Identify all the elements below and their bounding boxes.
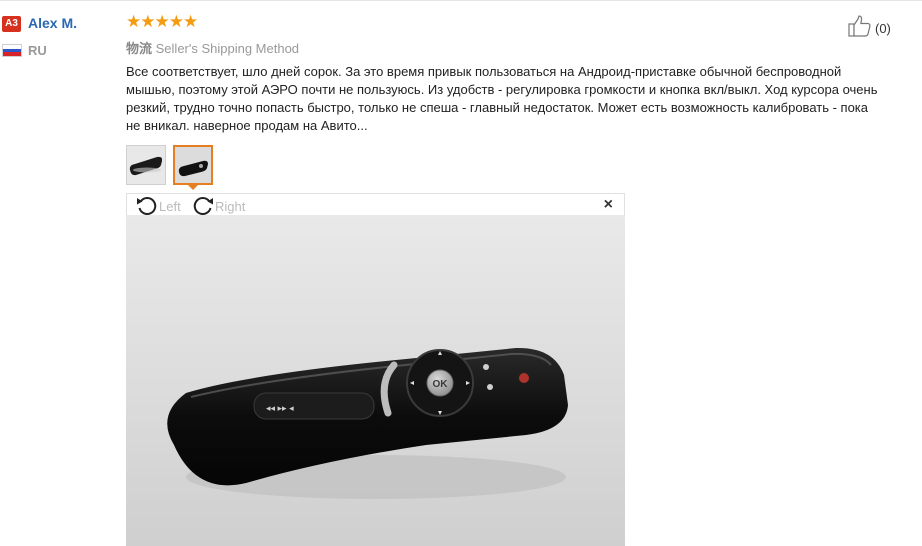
country-flag-icon	[2, 44, 22, 57]
rotate-left-label: Left	[159, 199, 181, 214]
review-photo-large: ◂◂ ▸▸ ◂ OK	[126, 215, 625, 546]
thumbnail-remote-image	[127, 146, 165, 184]
user-name[interactable]: Alex M.	[28, 15, 77, 31]
rotate-right-label: Right	[215, 199, 246, 214]
helpful-count: (0)	[875, 21, 891, 36]
shipping-cn-label: 物流	[126, 41, 153, 56]
review-text: Все соответствует, шло дней сорок. За эт…	[126, 64, 878, 133]
thumbs-up-icon	[848, 15, 872, 42]
svg-text:◂◂ ▸▸ ◂: ◂◂ ▸▸ ◂	[266, 403, 294, 413]
user-avatar-badge: A3	[2, 16, 21, 32]
close-viewer-button[interactable]: ×	[604, 196, 613, 214]
remote-ok-label: OK	[433, 379, 449, 390]
rating-stars: ★★★★★	[126, 12, 198, 31]
top-divider	[0, 0, 922, 1]
shipping-method: 物流 Seller's Shipping Method	[126, 38, 299, 57]
selected-thumbnail-indicator	[187, 184, 199, 190]
review-photo-thumbnail-2[interactable]	[173, 145, 213, 185]
shipping-method-label: Seller's Shipping Method	[155, 41, 300, 56]
photo-viewer-toolbar: Left Right ×	[126, 193, 625, 215]
review-photo-thumbnail-1[interactable]	[126, 145, 166, 185]
helpful-button[interactable]: (0)	[848, 15, 891, 42]
country-code: RU	[28, 43, 47, 58]
thumbnail-remote-image	[175, 147, 211, 183]
